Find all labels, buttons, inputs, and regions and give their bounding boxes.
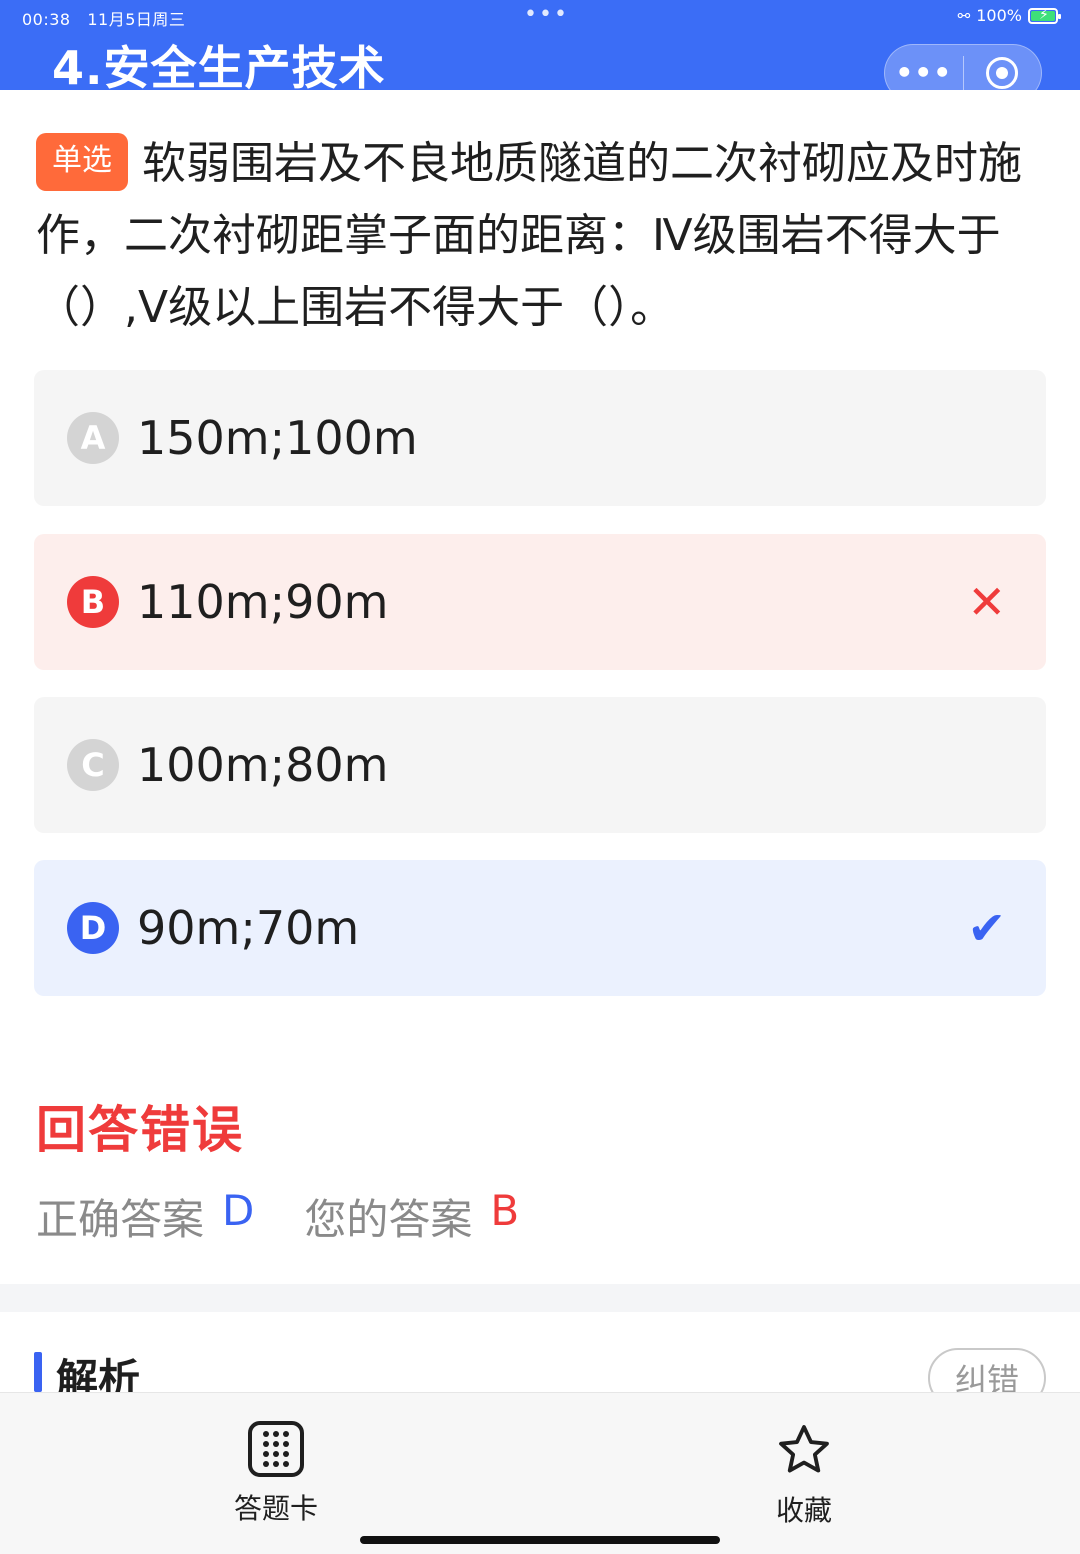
question-text-block: 单选 软弱围岩及不良地质隧道的二次衬砌应及时施作，二次衬砌距掌子面的距离：Ⅳ级围岩… xyxy=(36,128,1046,344)
option-b[interactable]: B 110m;90m ✕ xyxy=(34,534,1046,670)
answer-summary: 正确答案 D 您的答案 B xyxy=(36,1186,519,1247)
your-answer-label: 您的答案 xyxy=(304,1195,473,1244)
page-title: 4.安全生产技术 xyxy=(52,41,386,95)
status-right: ⚯ 100% ⚡ xyxy=(957,6,1061,25)
question-text: 软弱围岩及不良地质隧道的二次衬砌应及时施作，二次衬砌距掌子面的距离：Ⅳ级围岩不得… xyxy=(36,138,1022,333)
app-header: 00:38 11月5日周三 ••• ⚯ 100% ⚡ 4.安全生产技术 ••• xyxy=(0,0,1080,102)
more-button[interactable]: ••• xyxy=(885,44,963,102)
option-letter: A xyxy=(67,412,119,464)
option-c[interactable]: C 100m;80m xyxy=(34,697,1046,833)
option-text: 90m;70m xyxy=(137,901,360,955)
wrong-x-icon: ✕ xyxy=(967,575,1006,629)
close-target-icon xyxy=(986,57,1019,89)
option-a[interactable]: A 150m;100m xyxy=(34,370,1046,506)
option-text: 150m;100m xyxy=(137,411,418,465)
favorite-label: 收藏 xyxy=(775,1494,832,1527)
section-separator xyxy=(0,1284,1080,1312)
option-letter: C xyxy=(67,739,119,791)
analysis-accent-bar xyxy=(34,1352,42,1392)
answer-card-tab[interactable]: 答题卡 xyxy=(206,1421,346,1527)
multitask-dots-icon[interactable]: ••• xyxy=(524,2,569,27)
option-letter: B xyxy=(67,576,119,628)
battery-icon: ⚡ xyxy=(1028,7,1061,24)
grid-icon xyxy=(248,1421,304,1477)
battery-percent: 100% xyxy=(976,6,1022,25)
option-d[interactable]: D 90m;70m ✔ xyxy=(34,860,1046,996)
home-indicator[interactable] xyxy=(360,1536,720,1544)
correct-answer-label: 正确答案 xyxy=(36,1195,205,1244)
correct-check-icon: ✔ xyxy=(967,901,1006,955)
answer-card-label: 答题卡 xyxy=(233,1492,318,1525)
status-date: 11月5日周三 xyxy=(87,10,186,29)
option-text: 100m;80m xyxy=(137,738,389,792)
result-title: 回答错误 xyxy=(36,1101,244,1159)
star-icon xyxy=(779,1425,829,1473)
option-text: 110m;90m xyxy=(137,575,389,629)
correct-answer-value: D xyxy=(222,1186,255,1235)
favorite-tab[interactable]: 收藏 xyxy=(734,1421,874,1529)
more-dots-icon: ••• xyxy=(895,56,953,89)
mini-program-capsule: ••• xyxy=(884,44,1042,102)
bottom-tab-bar: 答题卡 收藏 xyxy=(0,1392,1080,1554)
your-answer-value: B xyxy=(490,1186,520,1235)
question-type-tag: 单选 xyxy=(36,133,128,191)
option-letter: D xyxy=(67,902,119,954)
link-icon: ⚯ xyxy=(957,6,971,25)
status-time: 00:38 11月5日周三 xyxy=(22,10,186,29)
close-button[interactable] xyxy=(964,44,1042,102)
